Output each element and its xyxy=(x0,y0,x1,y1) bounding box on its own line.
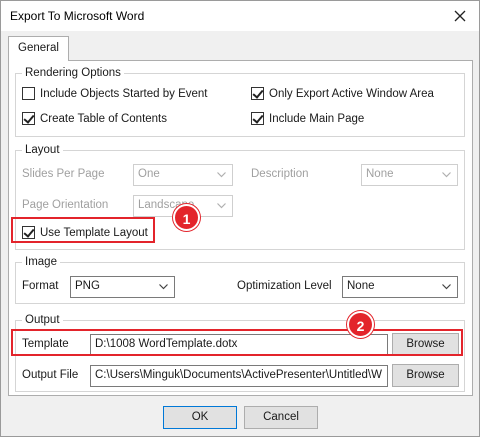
annotation-badge-1: 1 xyxy=(173,204,200,231)
annotation-badge-2: 2 xyxy=(347,311,374,338)
format-select[interactable]: PNG xyxy=(70,276,175,298)
description-label: Description xyxy=(251,168,309,180)
create-toc-checkbox[interactable]: Create Table of Contents xyxy=(22,112,167,125)
only-export-box xyxy=(251,87,264,100)
ok-button[interactable]: OK xyxy=(163,406,237,429)
page-orientation-label: Page Orientation xyxy=(22,199,109,211)
include-main-checkbox[interactable]: Include Main Page xyxy=(251,112,364,125)
chevron-down-icon xyxy=(442,284,451,290)
rendering-options-group: Rendering Options Include Objects Starte… xyxy=(15,66,465,137)
cancel-button[interactable]: Cancel xyxy=(244,406,318,429)
layout-legend: Layout xyxy=(22,143,63,157)
chevron-down-icon xyxy=(442,172,451,178)
close-button[interactable] xyxy=(445,3,475,29)
chevron-down-icon xyxy=(217,172,226,178)
format-label: Format xyxy=(22,280,59,292)
include-main-box xyxy=(251,112,264,125)
export-dialog: Export To Microsoft Word General Renderi… xyxy=(0,0,480,437)
description-select[interactable]: None xyxy=(361,164,458,186)
include-objects-box xyxy=(22,87,35,100)
include-objects-checkbox[interactable]: Include Objects Started by Event xyxy=(22,87,207,100)
close-icon xyxy=(454,10,466,22)
window-title: Export To Microsoft Word xyxy=(10,9,145,23)
title-bar: Export To Microsoft Word xyxy=(1,1,479,31)
optimization-level-select[interactable]: None xyxy=(342,276,458,298)
output-legend: Output xyxy=(22,313,63,327)
output-file-browse-button[interactable]: Browse xyxy=(392,364,459,387)
optimization-level-label: Optimization Level xyxy=(237,280,332,292)
create-toc-box xyxy=(22,112,35,125)
output-file-input[interactable]: C:\Users\Minguk\Documents\ActivePresente… xyxy=(90,365,388,387)
chevron-down-icon xyxy=(217,203,226,209)
use-template-highlight xyxy=(11,217,155,243)
output-file-label: Output File xyxy=(22,369,79,381)
image-legend: Image xyxy=(22,255,60,269)
slides-per-page-select[interactable]: One xyxy=(133,164,233,186)
rendering-options-legend: Rendering Options xyxy=(22,66,124,80)
chevron-down-icon xyxy=(159,284,168,290)
image-group: Image Format PNG Optimization Level None xyxy=(15,255,465,304)
only-export-checkbox[interactable]: Only Export Active Window Area xyxy=(251,87,434,100)
template-row-highlight xyxy=(11,329,463,356)
tab-general[interactable]: General xyxy=(8,36,69,61)
slides-per-page-label: Slides Per Page xyxy=(22,168,105,180)
